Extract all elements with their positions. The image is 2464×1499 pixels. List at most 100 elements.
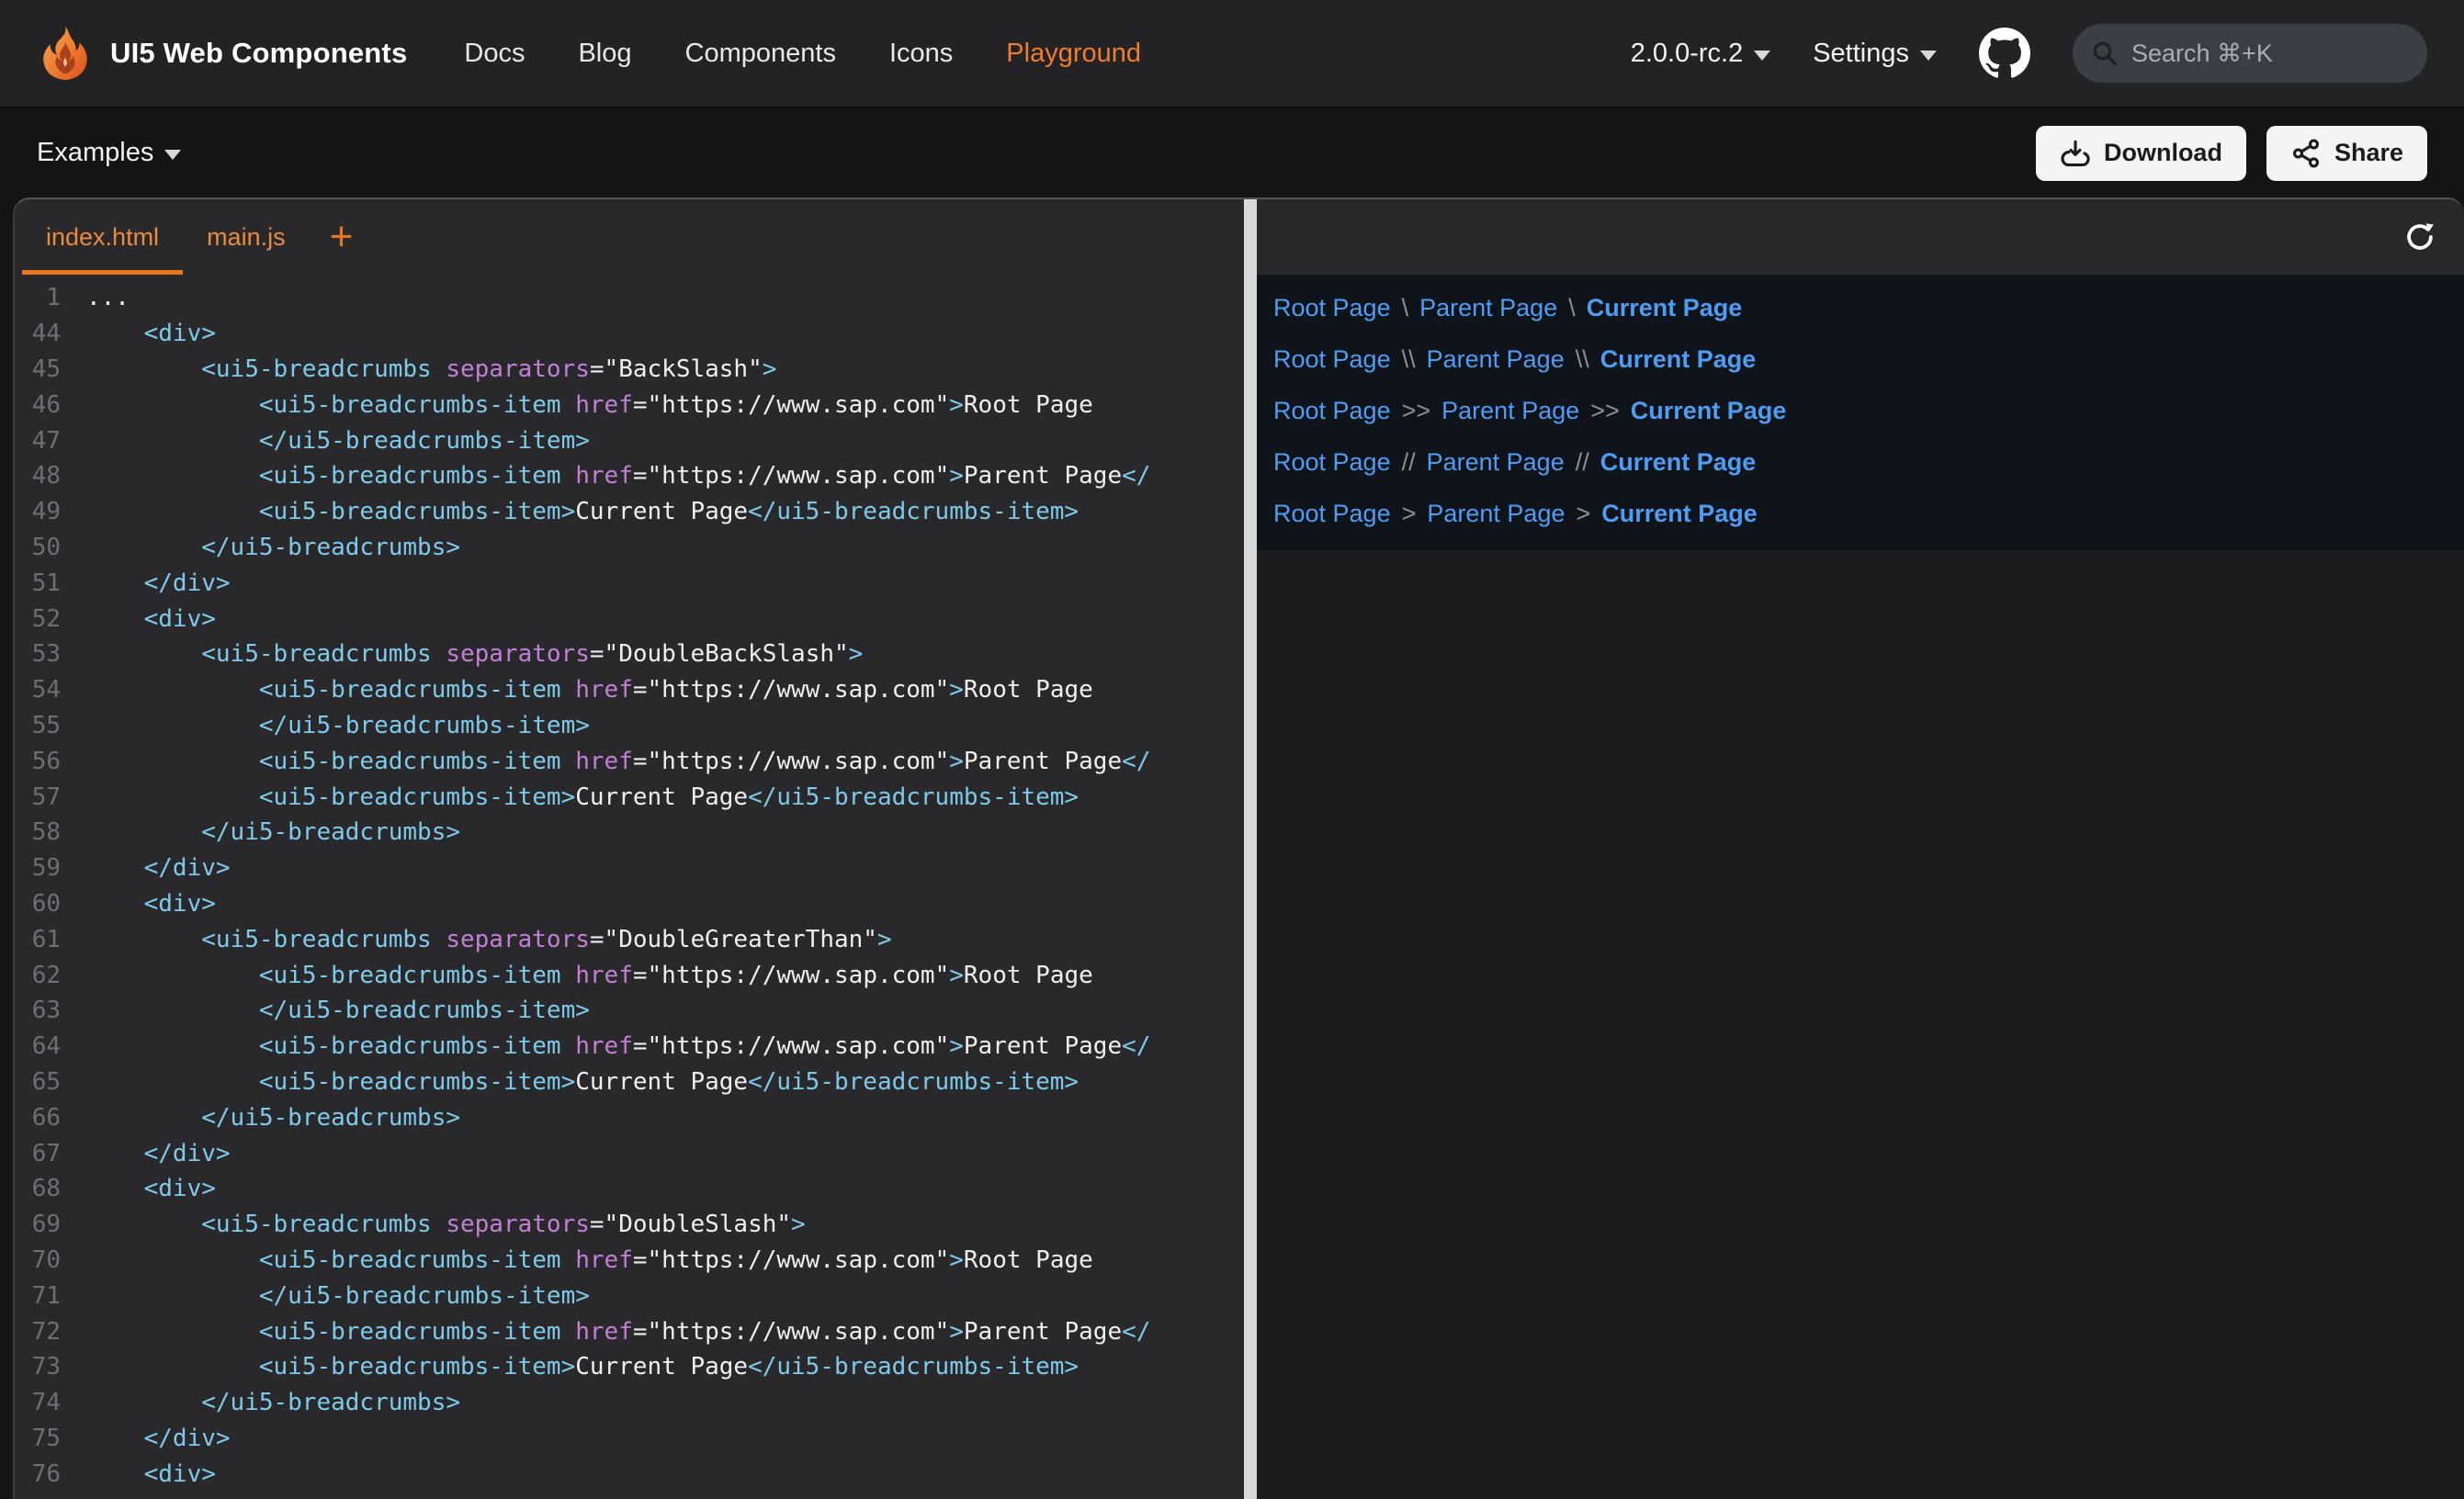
code-text: ... bbox=[86, 284, 130, 311]
nav-link-playground[interactable]: Playground bbox=[1006, 39, 1141, 69]
line-number: 71 bbox=[15, 1282, 86, 1310]
code-line[interactable]: 55 </ui5-breadcrumbs-item> bbox=[15, 708, 1244, 744]
line-number: 67 bbox=[15, 1140, 86, 1167]
code-line[interactable]: 59 </div> bbox=[15, 851, 1244, 886]
code-line[interactable]: 60 <div> bbox=[15, 886, 1244, 922]
nav-link-components[interactable]: Components bbox=[685, 39, 836, 69]
code-line[interactable]: 63 </ui5-breadcrumbs-item> bbox=[15, 993, 1244, 1029]
code-line[interactable]: 64 <ui5-breadcrumbs-item href="https://w… bbox=[15, 1029, 1244, 1065]
line-number: 66 bbox=[15, 1104, 86, 1132]
code-line[interactable]: 72 <ui5-breadcrumbs-item href="https://w… bbox=[15, 1313, 1244, 1349]
tab-label: index.html bbox=[46, 223, 159, 252]
breadcrumb-current-page[interactable]: Current Page bbox=[1600, 448, 1757, 477]
code-line[interactable]: 1... bbox=[15, 280, 1244, 316]
code-line[interactable]: 58 </ui5-breadcrumbs> bbox=[15, 815, 1244, 851]
breadcrumb-link[interactable]: Root Page bbox=[1273, 500, 1391, 528]
share-button[interactable]: Share bbox=[2266, 126, 2427, 181]
code-line[interactable]: 57 <ui5-breadcrumbs-item>Current Page</u… bbox=[15, 779, 1244, 815]
code-line[interactable]: 54 <ui5-breadcrumbs-item href="https://w… bbox=[15, 672, 1244, 708]
code-area[interactable]: 1...44 <div>45 <ui5-breadcrumbs separato… bbox=[15, 275, 1244, 1499]
code-line[interactable]: 49 <ui5-breadcrumbs-item>Current Page</u… bbox=[15, 494, 1244, 530]
code-editor-pane: index.htmlmain.js+ 1...44 <div>45 <ui5-b… bbox=[15, 199, 1244, 1499]
code-text: <div> bbox=[86, 320, 216, 347]
code-line[interactable]: 62 <ui5-breadcrumbs-item href="https://w… bbox=[15, 957, 1244, 993]
code-line[interactable]: 44 <div> bbox=[15, 316, 1244, 352]
breadcrumb-link[interactable]: Parent Page bbox=[1427, 448, 1565, 477]
code-line[interactable]: 53 <ui5-breadcrumbs separators="DoubleBa… bbox=[15, 637, 1244, 672]
brand[interactable]: UI5 Web Components bbox=[37, 25, 407, 82]
code-line[interactable]: 71 </ui5-breadcrumbs-item> bbox=[15, 1278, 1244, 1313]
preview-background bbox=[1257, 550, 2464, 1499]
code-text: <ui5-breadcrumbs-item href="https://www.… bbox=[86, 1246, 1093, 1274]
code-line[interactable]: 48 <ui5-breadcrumbs-item href="https://w… bbox=[15, 458, 1244, 494]
code-line[interactable]: 75 </div> bbox=[15, 1421, 1244, 1457]
code-text: </div> bbox=[86, 1425, 231, 1452]
add-tab-button[interactable]: + bbox=[310, 199, 374, 275]
code-line[interactable]: 67 </div> bbox=[15, 1135, 1244, 1171]
plus-icon: + bbox=[330, 217, 354, 257]
code-line[interactable]: 76 <div> bbox=[15, 1456, 1244, 1492]
code-text: </ui5-breadcrumbs> bbox=[86, 534, 460, 561]
search-input[interactable] bbox=[2131, 39, 2389, 68]
breadcrumb-link[interactable]: Root Page bbox=[1273, 448, 1391, 477]
breadcrumb-link[interactable]: Root Page bbox=[1273, 397, 1391, 425]
preview-header bbox=[1257, 199, 2464, 275]
editor-tab-index.html[interactable]: index.html bbox=[22, 199, 183, 275]
code-line[interactable]: 51 </div> bbox=[15, 565, 1244, 601]
breadcrumb: Root Page\\Parent Page\\Current Page bbox=[1273, 333, 2464, 385]
code-line[interactable]: 47 </ui5-breadcrumbs-item> bbox=[15, 423, 1244, 458]
examples-dropdown[interactable]: Examples bbox=[37, 138, 181, 168]
code-line[interactable]: 56 <ui5-breadcrumbs-item href="https://w… bbox=[15, 743, 1244, 779]
version-dropdown[interactable]: 2.0.0-rc.2 bbox=[1631, 39, 1771, 69]
code-line[interactable]: 66 </ui5-breadcrumbs> bbox=[15, 1099, 1244, 1135]
code-line[interactable]: 52 <div> bbox=[15, 601, 1244, 637]
breadcrumb-link[interactable]: Parent Page bbox=[1427, 345, 1565, 374]
code-text: </div> bbox=[86, 569, 231, 597]
code-text: <ui5-breadcrumbs-item>Current Page</ui5-… bbox=[86, 1353, 1079, 1381]
breadcrumb-current-page[interactable]: Current Page bbox=[1600, 345, 1757, 374]
breadcrumb-link[interactable]: Root Page bbox=[1273, 345, 1391, 374]
breadcrumb-link[interactable]: Root Page bbox=[1273, 294, 1391, 322]
breadcrumb-link[interactable]: Parent Page bbox=[1441, 397, 1579, 425]
code-text: <div> bbox=[86, 605, 216, 633]
code-text: </div> bbox=[86, 854, 231, 882]
breadcrumb-current-page[interactable]: Current Page bbox=[1631, 397, 1787, 425]
line-number: 44 bbox=[15, 320, 86, 347]
code-line[interactable]: 46 <ui5-breadcrumbs-item href="https://w… bbox=[15, 387, 1244, 423]
refresh-button[interactable] bbox=[2400, 217, 2440, 257]
code-text: <ui5-breadcrumbs separators="BackSlash"> bbox=[86, 355, 776, 383]
line-number: 54 bbox=[15, 676, 86, 704]
code-line[interactable]: 61 <ui5-breadcrumbs separators="DoubleGr… bbox=[15, 921, 1244, 957]
code-line[interactable]: 50 </ui5-breadcrumbs> bbox=[15, 530, 1244, 566]
ui5-flame-logo-icon bbox=[37, 25, 94, 82]
breadcrumb-separator: >> bbox=[1402, 397, 1431, 425]
nav-link-blog[interactable]: Blog bbox=[578, 39, 631, 69]
breadcrumb-current-page[interactable]: Current Page bbox=[1601, 500, 1758, 528]
nav-link-icons[interactable]: Icons bbox=[889, 39, 953, 69]
breadcrumb-link[interactable]: Parent Page bbox=[1419, 294, 1557, 322]
code-text: </ui5-breadcrumbs-item> bbox=[86, 1282, 590, 1310]
code-line[interactable]: 45 <ui5-breadcrumbs separators="BackSlas… bbox=[15, 352, 1244, 388]
code-line[interactable]: 73 <ui5-breadcrumbs-item>Current Page</u… bbox=[15, 1349, 1244, 1385]
code-line[interactable]: 70 <ui5-breadcrumbs-item href="https://w… bbox=[15, 1243, 1244, 1279]
breadcrumb-separator: // bbox=[1402, 448, 1416, 477]
pane-splitter[interactable] bbox=[1244, 199, 1257, 1499]
code-line[interactable]: 74 </ui5-breadcrumbs> bbox=[15, 1385, 1244, 1421]
code-line[interactable]: 65 <ui5-breadcrumbs-item>Current Page</u… bbox=[15, 1065, 1244, 1100]
line-number: 45 bbox=[15, 355, 86, 383]
search-box[interactable] bbox=[2073, 24, 2427, 83]
share-nodes-icon bbox=[2290, 138, 2322, 169]
breadcrumb-current-page[interactable]: Current Page bbox=[1587, 294, 1743, 322]
line-number: 48 bbox=[15, 462, 86, 490]
download-button[interactable]: Download bbox=[2036, 126, 2246, 181]
nav-link-docs[interactable]: Docs bbox=[464, 39, 525, 69]
code-text: <ui5-breadcrumbs-item href="https://www.… bbox=[86, 1318, 1150, 1346]
breadcrumb-link[interactable]: Parent Page bbox=[1427, 500, 1565, 528]
code-line[interactable]: 68 <div> bbox=[15, 1171, 1244, 1207]
editor-tab-main.js[interactable]: main.js bbox=[183, 199, 310, 275]
settings-dropdown[interactable]: Settings bbox=[1813, 39, 1937, 69]
caret-down-icon bbox=[164, 150, 181, 160]
editor-tabstrip: index.html main.js + bbox=[15, 199, 1244, 275]
github-icon[interactable] bbox=[1979, 28, 2030, 79]
code-line[interactable]: 69 <ui5-breadcrumbs separators="DoubleSl… bbox=[15, 1207, 1244, 1243]
